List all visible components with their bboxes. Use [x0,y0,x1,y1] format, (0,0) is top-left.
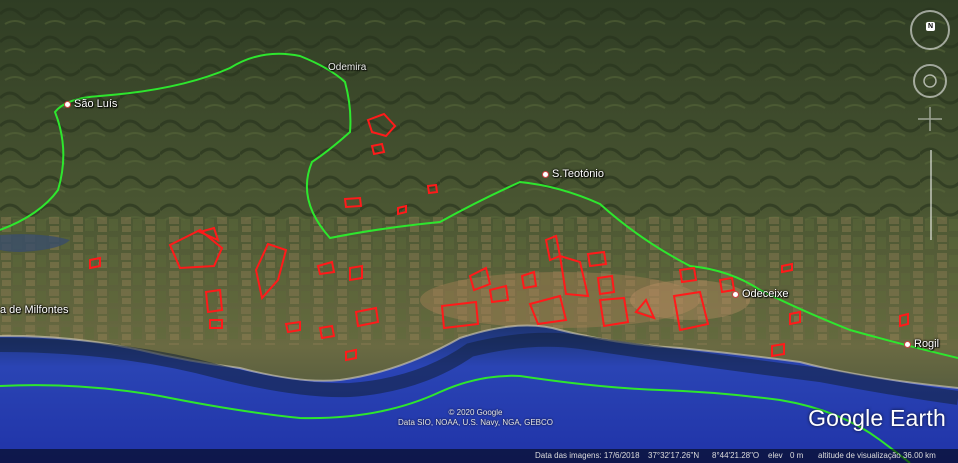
place-sao-luis[interactable]: São Luís [64,98,117,110]
place-pin-icon [732,290,739,298]
hand-icon [918,107,942,131]
elevation-label: elev [768,451,783,460]
zoom-slider-icon[interactable] [926,140,936,250]
zoom-track[interactable] [930,150,932,240]
move-joystick-icon[interactable] [913,102,947,136]
imagery-date: Data das imagens: 17/6/2018 [535,451,640,460]
satellite-imagery[interactable] [0,0,958,463]
compass-north-label: N [926,22,935,31]
place-rogil[interactable]: Rogil [904,338,939,350]
place-pin-icon [64,100,71,108]
look-joystick-icon[interactable] [913,64,947,98]
google-earth-logo: Google Earth [808,405,946,431]
mountain-texture [0,0,958,230]
credit-copyright: © 2020 Google [448,408,503,417]
place-pin-icon [542,170,549,178]
eye-icon [923,74,937,88]
compass-icon[interactable]: N [910,10,950,50]
credit-sources: Data SIO, NOAA, U.S. Navy, NGA, GEBCO [398,418,553,427]
map-view[interactable]: São Luís Odemira S.Teotónio a de Milfont… [0,0,958,463]
latitude-readout: 37°32'17.26"N [648,451,700,460]
imagery-credit: © 2020 Google Data SIO, NOAA, U.S. Navy,… [398,408,553,428]
place-s-teotonio[interactable]: S.Teotónio [542,168,604,180]
place-odemira[interactable]: Odemira [328,62,366,73]
longitude-readout: 8°44'21.28"O [712,451,760,460]
place-odeceixe[interactable]: Odeceixe [732,288,788,300]
status-bar: Data das imagens: 17/6/2018 37°32'17.26"… [0,449,958,463]
elevation-value: 0 m [790,451,804,460]
field-patch [630,280,750,320]
place-milfontes[interactable]: a de Milfontes [0,304,68,316]
place-pin-icon [904,340,911,348]
eye-altitude: altitude de visualização 36.00 km [818,451,936,460]
